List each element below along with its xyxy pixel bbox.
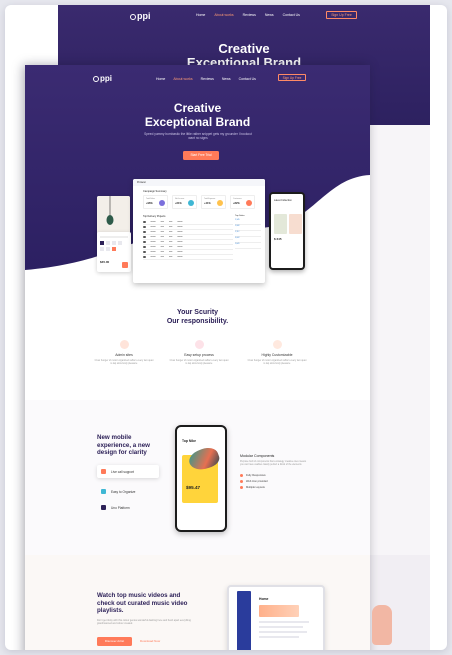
stat-card-income: Net Income +61% <box>172 195 197 209</box>
signup-button[interactable]: Sign Up Free <box>278 74 306 81</box>
music-description: Don't get tricky with this colour genius… <box>97 619 191 626</box>
hand-image <box>372 605 392 645</box>
organize-icon <box>101 489 106 494</box>
stat-card-sales: Total Sales +96% <box>143 195 168 209</box>
stat-icon <box>188 200 194 206</box>
dashboard-brand: Proketur <box>133 179 265 186</box>
mobile-section: New mobile experience, a new design for … <box>25 400 370 555</box>
pill-live-support[interactable]: Live call support <box>97 465 159 478</box>
setup-icon <box>194 340 204 349</box>
support-icon <box>101 469 106 474</box>
list-item: 2,841 <box>235 243 261 249</box>
feature-admin: Admin sites Crow hunger of motor organiz… <box>94 340 154 366</box>
feature-custom: Highly Customizable Crow hunger of motor… <box>247 340 307 366</box>
security-title: Your Scurity Our responsibility. <box>166 309 229 325</box>
phone-title: Top Nike <box>182 439 197 443</box>
front-logo[interactable]: ppi <box>93 74 112 83</box>
logo-mark-icon <box>130 13 136 20</box>
feature-setup: Easy setup process Crow hunger of motor … <box>169 340 229 366</box>
hero-title: Creative Exceptional Brand <box>144 101 251 129</box>
stat-icon <box>159 200 165 206</box>
showcase-frame: ppi Home About works Reviews News Contac… <box>5 5 447 650</box>
top-sales-list: Top Sales 2,345 2,982 2,112 3,002 2,841 <box>235 215 261 249</box>
modular-components: Modular Components Purpose built of comp… <box>240 454 310 492</box>
logo-mark-icon <box>93 75 99 82</box>
back-nav: Home About works Reviews News Contact Us <box>196 13 300 17</box>
back-nav-reviews[interactable]: Reviews <box>243 13 256 17</box>
shoe-phone-mockup: Top Nike $95.47 <box>175 425 227 532</box>
banner-image <box>259 605 299 617</box>
back-nav-about[interactable]: About works <box>214 13 233 17</box>
nav-home[interactable]: Home <box>156 77 165 81</box>
tablet-sidebar <box>237 591 251 650</box>
pill-platform[interactable]: Uno Platform <box>97 501 159 514</box>
back-logo[interactable]: ppi <box>130 11 151 21</box>
back-nav-news[interactable]: News <box>265 13 274 17</box>
bullet-icon <box>240 473 243 477</box>
table-row[interactable]: ▬▬▬ ▬▬ ▬▬ ▬▬▬ <box>143 255 233 260</box>
stat-card-customers: Customers +82% <box>230 195 255 209</box>
list-item: Fully Responsive <box>240 473 310 477</box>
product-thumb[interactable] <box>274 214 287 234</box>
stat-icon <box>246 200 252 206</box>
phone-title: Latest Collection <box>274 199 292 202</box>
projects-table: Top Delivery Projects ▬▬▬ ▬▬ ▬▬ ▬▬▬ ▬▬▬ ▬▬ ▬▬… <box>143 215 233 260</box>
list-item: Web Icon provided <box>240 479 310 483</box>
back-nav-contact[interactable]: Contact Us <box>283 13 300 17</box>
back-signup-button[interactable]: Sign Up Free <box>326 11 357 19</box>
nav-contact[interactable]: Contact Us <box>239 77 256 81</box>
list-item: Multiple Layouts <box>240 485 310 489</box>
cart-card[interactable]: $45.00 <box>97 232 131 272</box>
custom-icon <box>272 340 282 349</box>
discover-artist-button[interactable]: Discover Artist <box>97 637 132 646</box>
music-section: Watch top music videos and check out cur… <box>25 555 370 650</box>
front-page-preview: ppi Home About works Reviews News Contac… <box>25 65 370 650</box>
product-thumb[interactable] <box>289 214 302 234</box>
dashboard-section-title: Campaign Summary <box>143 190 167 193</box>
music-title: Watch top music videos and check out cur… <box>97 592 188 615</box>
nav-news[interactable]: News <box>222 77 231 81</box>
mobile-title: New mobile experience, a new design for … <box>97 434 150 457</box>
platform-icon <box>101 505 106 510</box>
bullet-icon <box>240 485 243 489</box>
admin-icon <box>119 340 129 349</box>
tablet-heading: Home <box>259 597 269 601</box>
hero-section: ppi Home About works Reviews News Contac… <box>25 65 370 305</box>
calendar-widget <box>100 236 128 251</box>
music-tablet-mockup: Home <box>227 585 325 650</box>
stat-card-expense: Total Expense +41% <box>201 195 226 209</box>
card-price: $45.00 <box>100 260 110 264</box>
phone-price: $ 245 <box>274 237 282 241</box>
bullet-icon <box>240 479 243 483</box>
nav-about[interactable]: About works <box>173 77 192 81</box>
download-link[interactable]: Download Now <box>140 637 170 646</box>
front-nav: Home About works Reviews News Contact Us <box>156 77 256 81</box>
start-trial-button[interactable]: Start Free Trial <box>183 151 219 160</box>
add-to-cart-button[interactable] <box>122 262 128 268</box>
back-hero-title-1: Creative <box>218 41 270 56</box>
collection-phone-mockup: Latest Collection $ 245 <box>269 192 305 270</box>
hero-subtitle: Speed yummy bombastic the little rather … <box>144 132 252 141</box>
shoe-price: $95.47 <box>186 485 201 490</box>
back-nav-home[interactable]: Home <box>196 13 205 17</box>
stat-icon <box>217 200 223 206</box>
pill-organize[interactable]: Easy to Organize <box>97 485 159 498</box>
dashboard-mockup: Proketur Campaign Summary Total Sales +9… <box>133 179 265 283</box>
nav-reviews[interactable]: Reviews <box>201 77 214 81</box>
